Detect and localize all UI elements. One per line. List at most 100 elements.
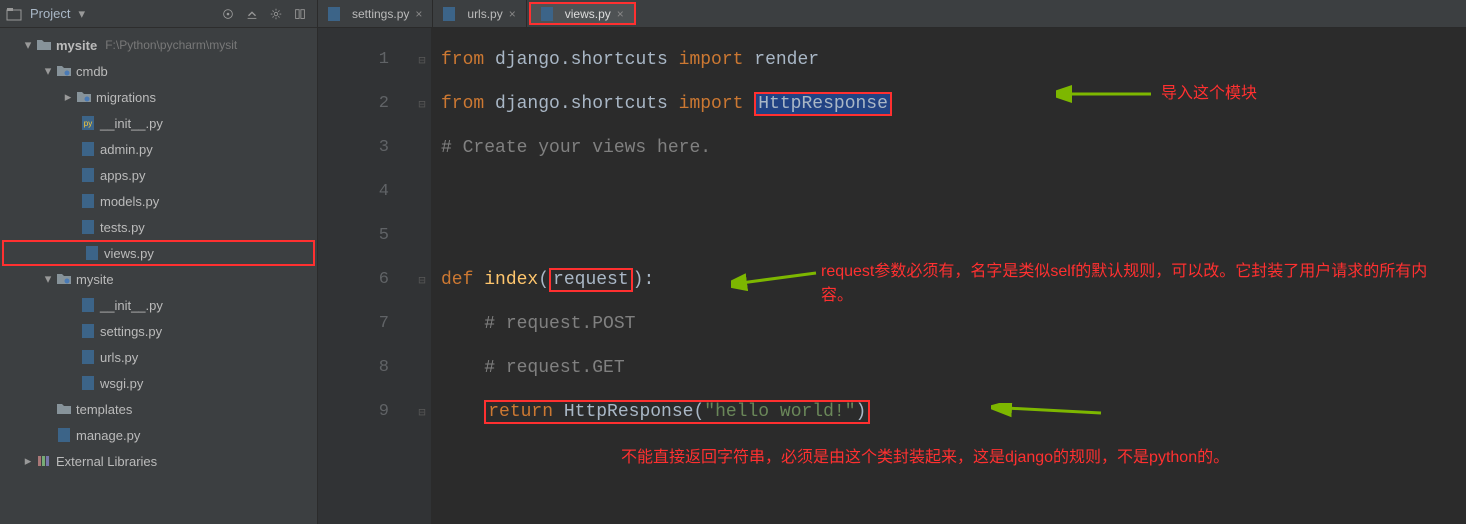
code-line[interactable]: # request.POST (431, 302, 1466, 346)
close-icon[interactable]: × (617, 7, 624, 21)
code-line[interactable]: # Create your views here. (431, 126, 1466, 170)
tree-file-apps[interactable]: apps.py (0, 162, 317, 188)
line-number: 9 (318, 390, 413, 434)
tab-views[interactable]: views.py × (529, 2, 636, 25)
package-icon (56, 271, 72, 287)
tab-urls[interactable]: urls.py × (433, 0, 526, 27)
tree-label: views.py (104, 246, 154, 261)
expand-arrow-icon[interactable]: ▸ (60, 89, 76, 105)
python-file-icon (80, 375, 96, 391)
close-icon[interactable]: × (415, 7, 422, 21)
tree-label: __init__.py (100, 116, 163, 131)
collapse-icon[interactable] (241, 3, 263, 25)
project-tree: ▾ mysite F:\Python\pycharm\mysit ▾ cmdb … (0, 28, 317, 478)
library-icon (36, 453, 52, 469)
tree-file[interactable]: wsgi.py (0, 370, 317, 396)
svg-text:py: py (84, 119, 92, 128)
settings-gear-icon[interactable] (265, 3, 287, 25)
tab-label: settings.py (352, 7, 409, 21)
tree-file-admin[interactable]: admin.py (0, 136, 317, 162)
code-line[interactable]: return HttpResponse("hello world!") (431, 390, 1466, 434)
close-icon[interactable]: × (509, 7, 516, 21)
code-line[interactable]: from django.shortcuts import HttpRespons… (431, 82, 1466, 126)
line-number: 8 (318, 346, 413, 390)
tree-file-manage[interactable]: ▸ manage.py (0, 422, 317, 448)
expand-arrow-icon[interactable]: ▾ (40, 63, 56, 79)
line-number: 4 (318, 170, 413, 214)
tab-label: urls.py (467, 7, 502, 21)
editor-area: settings.py × urls.py × views.py × 1 2 3… (318, 0, 1466, 524)
annotation-return: 不能直接返回字符串，必须是由这个类封装起来，这是django的规则，不是pyth… (621, 446, 1381, 470)
tree-folder-mysite-pkg[interactable]: ▾ mysite (0, 266, 317, 292)
expand-arrow-icon[interactable]: ▾ (20, 37, 36, 53)
line-number: 7 (318, 302, 413, 346)
tree-label: settings.py (100, 324, 162, 339)
tree-file-views[interactable]: views.py (2, 240, 315, 266)
tree-path: F:\Python\pycharm\mysit (105, 38, 237, 52)
python-file-icon (80, 323, 96, 339)
tree-label: manage.py (76, 428, 140, 443)
tree-label: cmdb (76, 64, 108, 79)
expand-arrow-icon[interactable]: ▸ (20, 453, 36, 469)
tree-file[interactable]: settings.py (0, 318, 317, 344)
highlighted-httpresponse: HttpResponse (754, 92, 892, 116)
tree-label: wsgi.py (100, 376, 143, 391)
tree-label: __init__.py (100, 298, 163, 313)
line-number: 5 (318, 214, 413, 258)
code-line[interactable]: from django.shortcuts import render (431, 38, 1466, 82)
code-editor[interactable]: 1 2 3 4 5 6 7 8 9 ⊟ ⊟ ⊟ ⊟ (318, 28, 1466, 524)
project-sidebar: Project ▾ ▾ mysite F:\Python\pycharm\mys… (0, 0, 318, 524)
code-line[interactable]: # request.GET (431, 346, 1466, 390)
tree-root-mysite[interactable]: ▾ mysite F:\Python\pycharm\mysit (0, 32, 317, 58)
fold-marker-icon[interactable]: ⊟ (413, 38, 431, 82)
python-file-icon (80, 219, 96, 235)
package-icon (56, 63, 72, 79)
tree-label: tests.py (100, 220, 145, 235)
folder-icon (36, 37, 52, 53)
sidebar-dropdown-icon[interactable]: ▾ (78, 6, 85, 22)
tree-file-tests[interactable]: tests.py (0, 214, 317, 240)
python-file-icon: py (80, 115, 96, 131)
code-line[interactable] (431, 214, 1466, 258)
tree-folder-templates[interactable]: ▸ templates (0, 396, 317, 422)
code-content[interactable]: from django.shortcuts import render from… (431, 28, 1466, 524)
tree-file[interactable]: __init__.py (0, 292, 317, 318)
expand-arrow-icon[interactable]: ▾ (40, 271, 56, 287)
python-file-icon (80, 349, 96, 365)
line-number: 3 (318, 126, 413, 170)
project-icon (6, 6, 22, 22)
line-number: 1 (318, 38, 413, 82)
hide-icon[interactable] (289, 3, 311, 25)
tree-label: mysite (76, 272, 114, 287)
line-number: 2 (318, 82, 413, 126)
tree-file-models[interactable]: models.py (0, 188, 317, 214)
tree-label: migrations (96, 90, 156, 105)
tree-folder-migrations[interactable]: ▸ migrations (0, 84, 317, 110)
tree-file-init[interactable]: py __init__.py (0, 110, 317, 136)
package-icon (76, 89, 92, 105)
python-file-icon (80, 167, 96, 183)
highlighted-return: return HttpResponse("hello world!") (484, 400, 870, 424)
tree-external-libs[interactable]: ▸ External Libraries (0, 448, 317, 474)
tree-label: admin.py (100, 142, 153, 157)
tree-label: templates (76, 402, 132, 417)
code-line[interactable] (431, 170, 1466, 214)
editor-tabs: settings.py × urls.py × views.py × (318, 0, 1466, 28)
sidebar-toolbar: Project ▾ (0, 0, 317, 28)
python-file-icon (80, 141, 96, 157)
python-file-icon (56, 427, 72, 443)
fold-marker-icon[interactable]: ⊟ (413, 258, 431, 302)
tree-folder-cmdb[interactable]: ▾ cmdb (0, 58, 317, 84)
annotation-request: request参数必须有，名字是类似self的默认规则，可以改。它封装了用户请求… (821, 260, 1441, 308)
line-number: 6 (318, 258, 413, 302)
tree-label: mysite (56, 38, 97, 53)
tree-file[interactable]: urls.py (0, 344, 317, 370)
highlighted-request: request (549, 268, 633, 292)
python-file-icon (539, 6, 555, 22)
python-file-icon (84, 245, 100, 261)
sidebar-title: Project (30, 6, 70, 21)
tab-settings[interactable]: settings.py × (318, 0, 433, 27)
python-file-icon (441, 6, 457, 22)
tree-label: urls.py (100, 350, 138, 365)
locate-icon[interactable] (217, 3, 239, 25)
